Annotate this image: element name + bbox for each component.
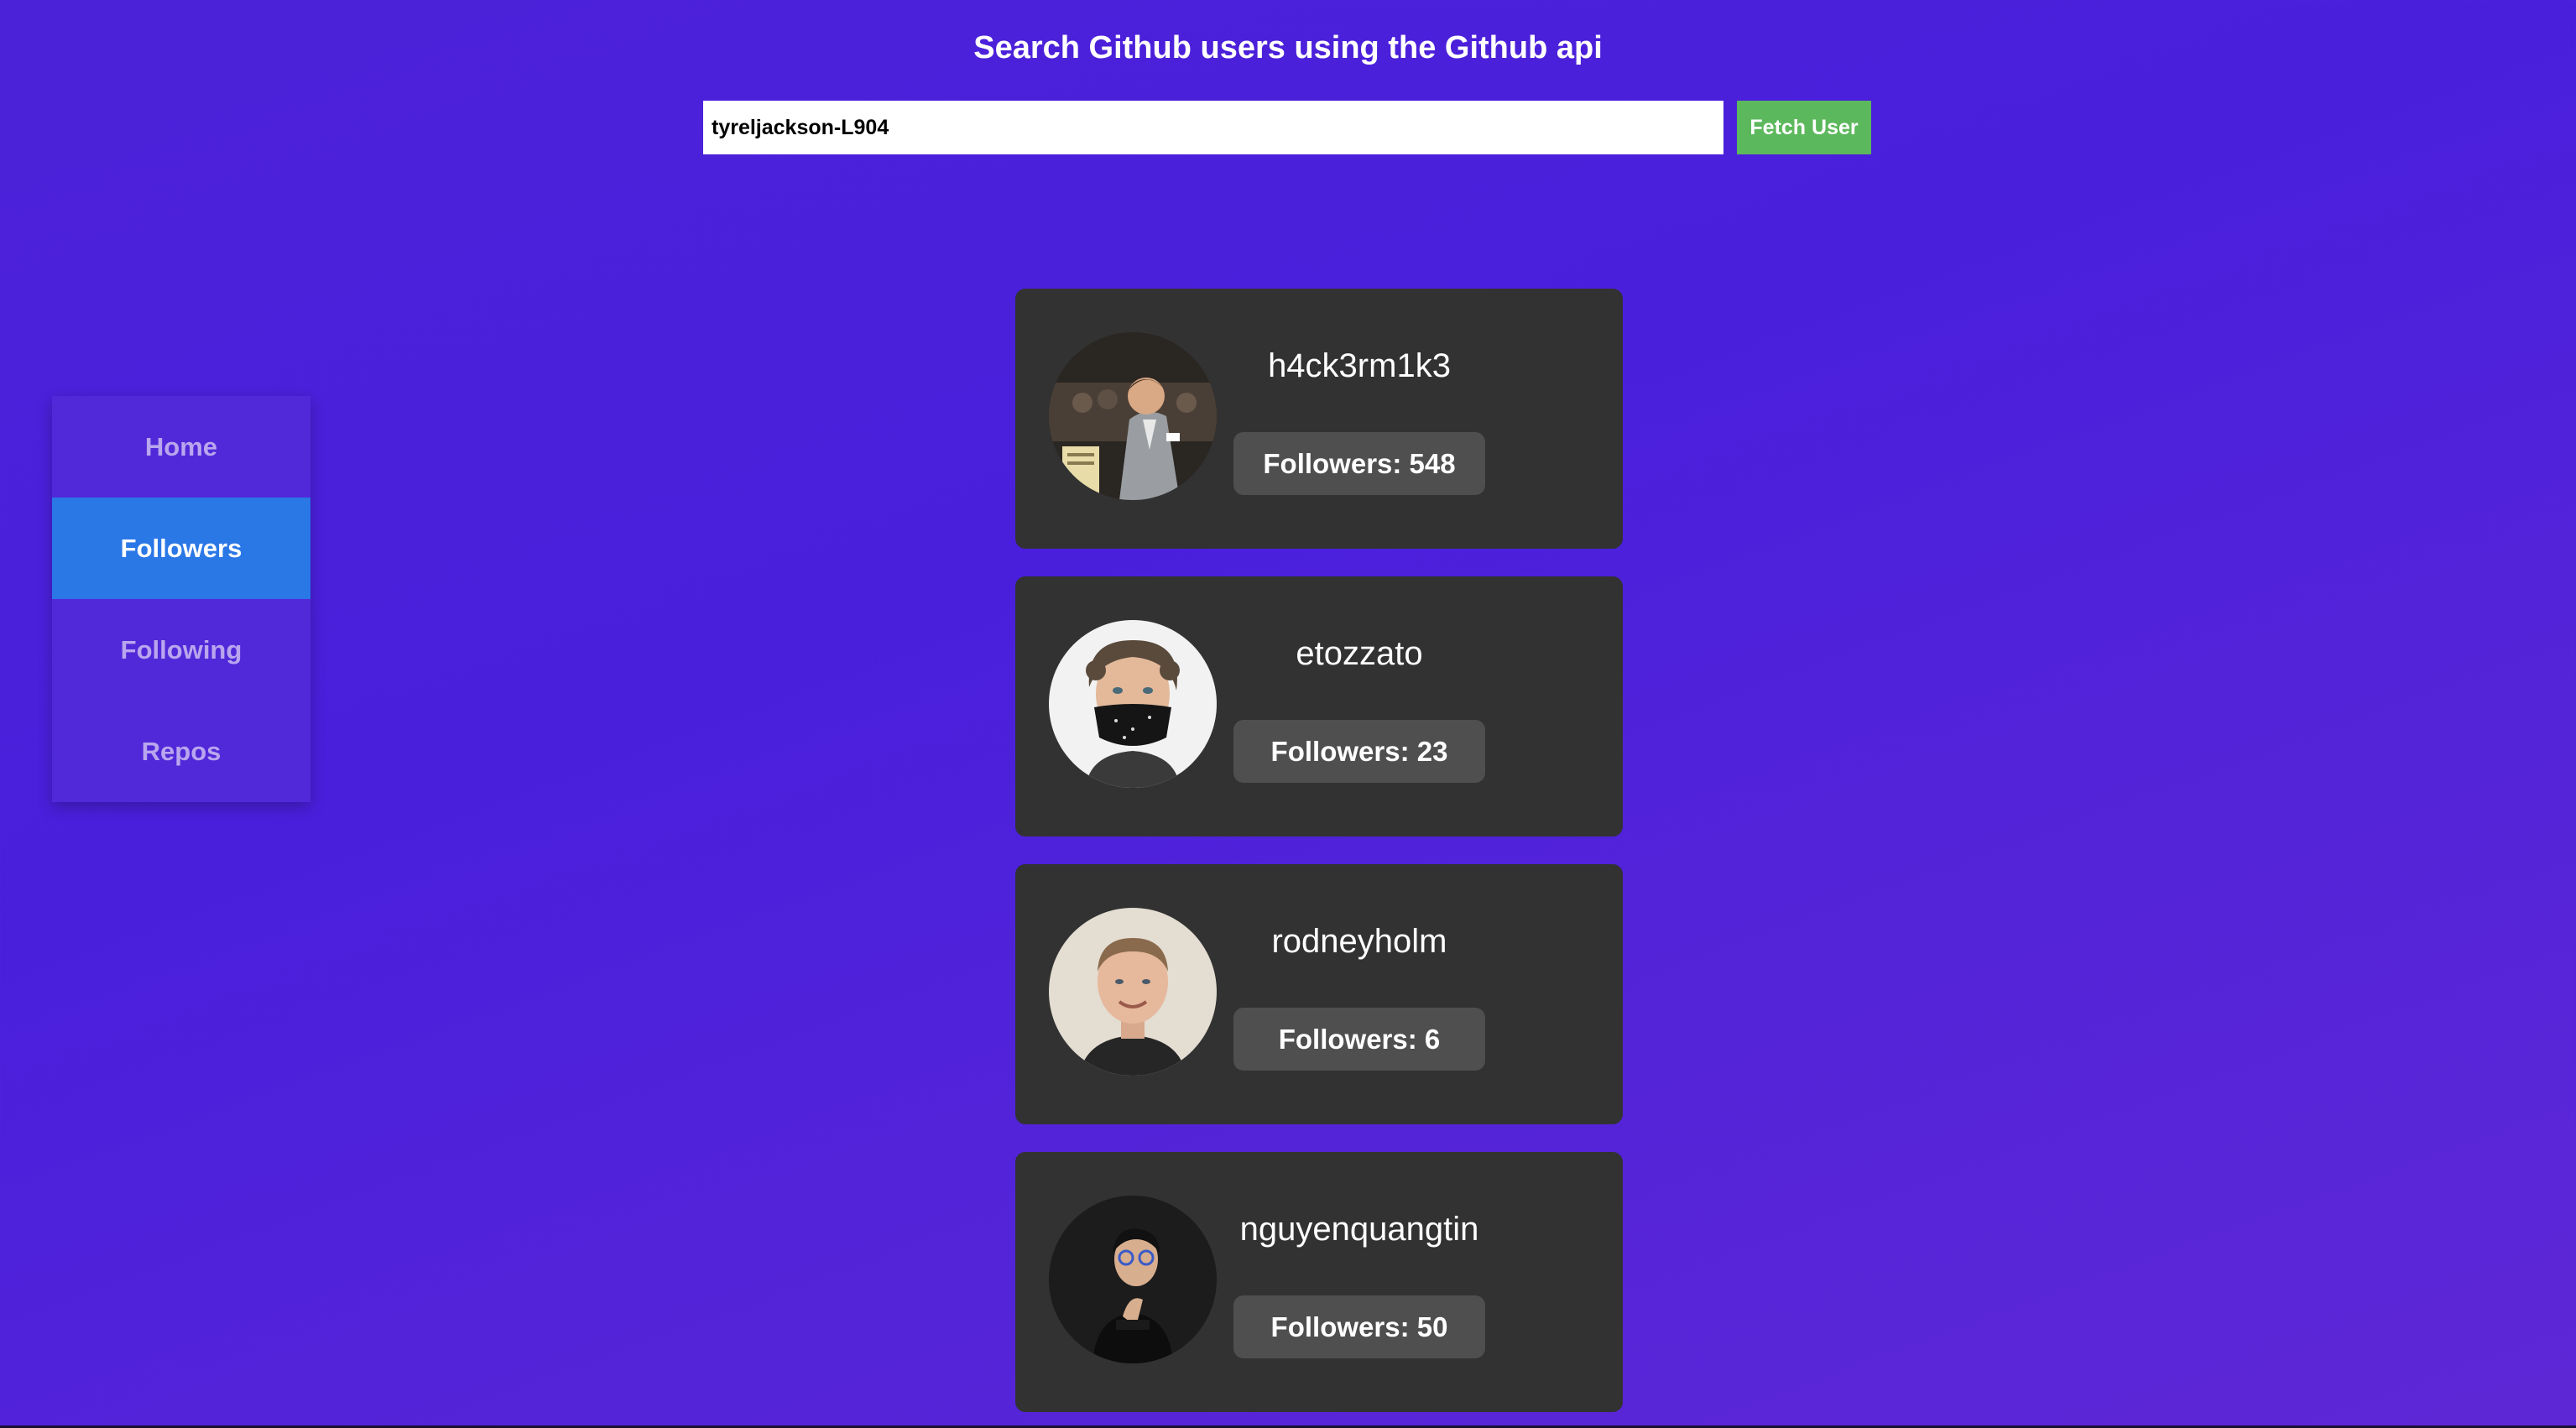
nav-item-home[interactable]: Home: [52, 396, 310, 498]
avatar[interactable]: [1049, 620, 1217, 788]
follower-username: etozzato: [1296, 635, 1423, 672]
page-title: Search Github users using the Github api: [973, 30, 1603, 65]
follower-card[interactable]: rodneyholm Followers: 6: [1015, 864, 1623, 1124]
fetch-user-button[interactable]: Fetch User: [1737, 101, 1871, 154]
followers-count-badge: Followers: 23: [1233, 720, 1485, 783]
avatar[interactable]: [1049, 332, 1217, 500]
follower-card[interactable]: nguyenquangtin Followers: 50: [1015, 1152, 1623, 1412]
followers-count-badge: Followers: 50: [1233, 1295, 1485, 1358]
avatar[interactable]: [1049, 1196, 1217, 1363]
avatar[interactable]: [1049, 908, 1217, 1076]
username-search-input[interactable]: [703, 101, 1723, 154]
sidebar-nav: Home Followers Following Repos: [52, 396, 310, 802]
follower-username: rodneyholm: [1271, 923, 1447, 960]
followers-count-badge: Followers: 6: [1233, 1008, 1485, 1071]
follower-card[interactable]: h4ck3rm1k3 Followers: 548: [1015, 289, 1623, 549]
nav-item-repos[interactable]: Repos: [52, 701, 310, 802]
followers-count-badge: Followers: 548: [1233, 432, 1485, 495]
follower-username: nguyenquangtin: [1239, 1211, 1479, 1248]
follower-username: h4ck3rm1k3: [1268, 347, 1451, 384]
follower-list: h4ck3rm1k3 Followers: 548 etozzato Follo: [1015, 289, 1623, 1428]
search-bar: Fetch User: [703, 101, 1871, 154]
follower-card[interactable]: etozzato Followers: 23: [1015, 576, 1623, 836]
nav-item-followers[interactable]: Followers: [52, 498, 310, 599]
nav-item-following[interactable]: Following: [52, 599, 310, 701]
